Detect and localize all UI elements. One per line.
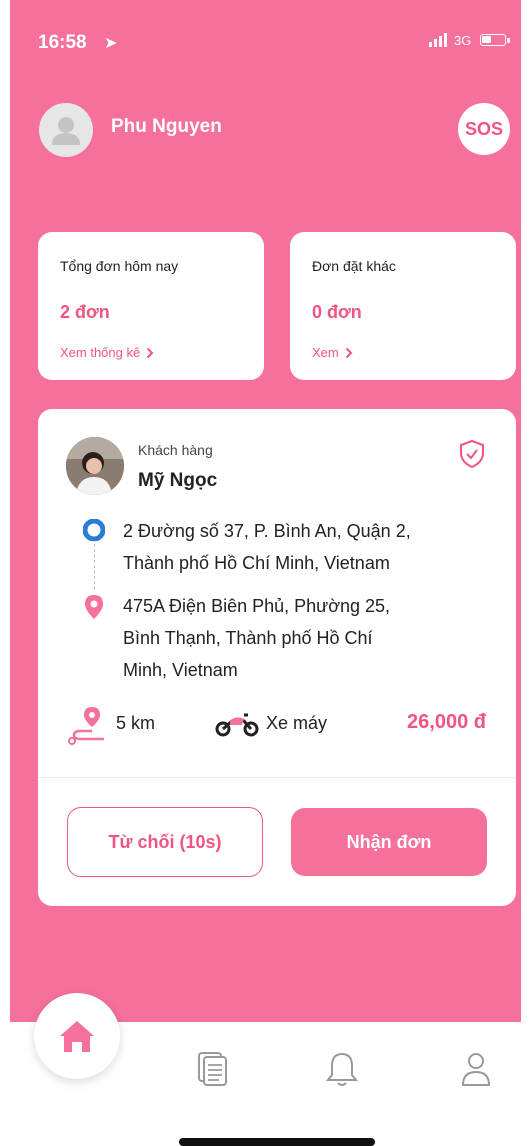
user-avatar[interactable] bbox=[39, 103, 93, 157]
divider bbox=[38, 777, 516, 778]
dropoff-pin-icon bbox=[85, 595, 103, 619]
reject-button[interactable]: Từ chối (10s) bbox=[67, 807, 263, 877]
view-link[interactable]: Xem bbox=[312, 345, 353, 360]
stat-card-today: Tổng đơn hôm nay 2 đơn Xem thống kê bbox=[38, 232, 264, 380]
customer-avatar bbox=[66, 437, 124, 495]
distance-value: 5 km bbox=[116, 713, 156, 733]
stat-label: Đơn đặt khác bbox=[312, 258, 396, 274]
status-bar: 16:58 ➤ 3G bbox=[10, 0, 521, 90]
pickup-point-icon bbox=[83, 519, 105, 541]
customer-photo-icon bbox=[66, 437, 124, 495]
user-name[interactable]: Phu Nguyen bbox=[111, 116, 222, 138]
location-arrow-icon: ➤ bbox=[104, 35, 118, 52]
link-label: Xem thống kê bbox=[60, 345, 141, 360]
nav-home-button[interactable] bbox=[34, 993, 120, 1079]
signal-icon bbox=[429, 33, 447, 47]
person-icon bbox=[52, 117, 80, 145]
dropoff-address-line: 475A Điện Biên Phủ, Phường 25, bbox=[123, 596, 391, 616]
dropoff-address-line: Bình Thạnh, Thành phố Hồ Chí bbox=[123, 628, 373, 648]
stat-card-other: Đơn đặt khác 0 đơn Xem bbox=[290, 232, 516, 380]
distance-route-icon bbox=[68, 707, 104, 745]
chevron-right-icon bbox=[147, 347, 154, 358]
sos-button[interactable]: SOS bbox=[458, 103, 510, 155]
pickup-address: 2 Đường số 37, P. Bình An, Quận 2, Thành… bbox=[123, 515, 503, 579]
dropoff-address: 475A Điện Biên Phủ, Phường 25, Bình Thạn… bbox=[123, 590, 503, 686]
dropoff-address-line: Minh, Vietnam bbox=[123, 660, 238, 680]
customer-label: Khách hàng bbox=[138, 442, 213, 458]
order-metrics: 5 km Xe máy 26,000 đ bbox=[66, 705, 496, 745]
motorbike-icon bbox=[215, 713, 259, 737]
pickup-address-line: 2 Đường số 37, P. Bình An, Quận 2, bbox=[123, 521, 411, 541]
order-card: Khách hàng Mỹ Ngọc 2 Đường số 37, P. Bìn… bbox=[38, 409, 516, 906]
battery-icon bbox=[480, 34, 510, 46]
bell-icon[interactable] bbox=[325, 1050, 359, 1088]
network-type: 3G bbox=[454, 33, 472, 48]
pickup-address-line: Thành phố Hồ Chí Minh, Vietnam bbox=[123, 553, 390, 573]
home-indicator bbox=[179, 1138, 375, 1146]
route-line bbox=[94, 539, 95, 589]
stat-label: Tổng đơn hôm nay bbox=[60, 258, 179, 274]
chevron-right-icon bbox=[345, 347, 353, 358]
order-price: 26,000 đ bbox=[407, 711, 486, 733]
customer-name: Mỹ Ngọc bbox=[138, 470, 218, 491]
view-stats-link[interactable]: Xem thống kê bbox=[60, 345, 154, 360]
link-label: Xem bbox=[312, 345, 339, 360]
stat-value: 2 đơn bbox=[60, 302, 110, 322]
home-icon bbox=[60, 1021, 94, 1052]
status-time: 16:58 bbox=[38, 32, 87, 53]
profile-icon[interactable] bbox=[459, 1050, 493, 1088]
accept-order-button[interactable]: Nhận đơn bbox=[291, 808, 487, 876]
shield-check-icon[interactable] bbox=[458, 439, 486, 469]
vehicle-type: Xe máy bbox=[266, 713, 328, 733]
stat-value: 0 đơn bbox=[312, 302, 362, 322]
orders-icon[interactable] bbox=[195, 1050, 229, 1088]
